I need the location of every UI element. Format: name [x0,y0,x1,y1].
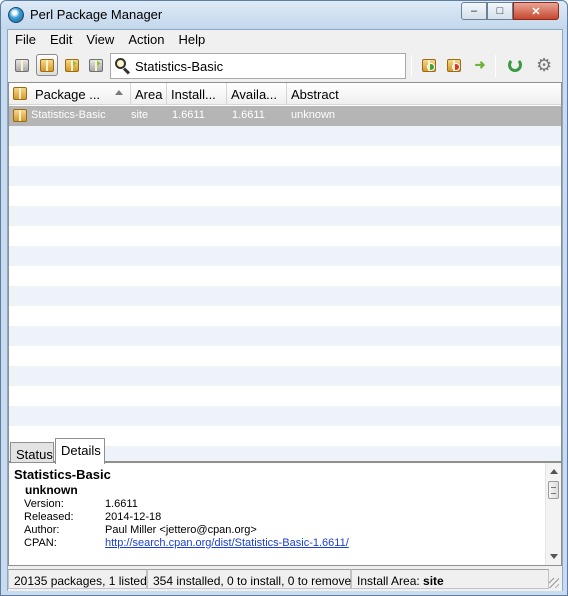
minimize-icon: – [470,5,478,17]
search-input[interactable] [135,57,401,75]
menu-bar: File Edit View Action Help [8,30,562,50]
refresh-icon [508,58,522,72]
menu-edit[interactable]: Edit [43,30,79,50]
title-bar[interactable]: Perl Package Manager – □ ✕ [1,1,567,29]
remove-package-icon [447,58,461,72]
toolbar-separator [495,55,496,77]
cpan-link[interactable]: http://search.cpan.org/dist/Statistics-B… [105,537,349,549]
minimize-button[interactable]: – [461,2,487,20]
package-list[interactable]: Package ... Area Install... Availa... Ab… [8,82,562,462]
menu-action[interactable]: Action [121,30,171,50]
view-all-packages-button[interactable] [11,54,33,76]
status-package-counts: 20135 packages, 1 listed [8,569,147,589]
scroll-down-arrow-icon[interactable] [550,554,558,559]
column-header-available[interactable]: Availa... [227,83,287,105]
package-column-icon [13,87,27,100]
search-box[interactable] [110,53,406,79]
scrollbar-thumb[interactable] [548,481,559,499]
details-panel: Statistics-Basic unknown Version: 1.6611… [8,462,562,566]
column-header-package-label: Package ... [35,87,101,102]
tab-details[interactable]: Details [55,438,105,464]
all-packages-icon [15,58,29,72]
status-install-area: Install Area: site [351,569,549,589]
app-window: Perl Package Manager – □ ✕ File Edit Vie… [0,0,568,596]
package-name-cell: Statistics-Basic [31,109,106,121]
table-row[interactable]: Statistics-Basic site 1.6611 1.6611 unkn… [9,106,561,126]
resize-grip-icon[interactable] [549,578,559,588]
sort-ascending-icon [115,90,123,95]
released-value: 2014-12-18 [105,511,162,523]
cpan-label: CPAN: [24,537,57,549]
modified-packages-icon: ✦ [89,58,103,72]
close-icon: ✕ [531,5,541,18]
perl-app-icon [8,7,24,23]
client-area: File Edit View Action Help ✦ ✦ Statistic… [7,29,563,591]
package-area-cell: site [131,109,149,121]
install-area-label: Install Area: [357,574,420,588]
run-arrow-icon: ➜ [474,57,486,72]
version-value: 1.6611 [105,498,138,510]
scroll-up-arrow-icon[interactable] [550,469,558,474]
toolbar-separator [411,55,412,77]
menu-help[interactable]: Help [171,30,212,50]
gear-icon: ⚙ [536,55,553,75]
install-package-icon [422,58,436,72]
view-modified-packages-button[interactable]: ✦ [85,54,107,76]
toolbar: ✦ ✦ ➜ [8,51,562,81]
close-button[interactable]: ✕ [513,2,559,20]
package-installed-cell: 1.6611 [172,109,205,121]
details-scrollbar[interactable] [545,463,561,565]
sync-repositories-button[interactable] [504,54,526,76]
install-area-value: site [423,574,444,588]
upgradable-packages-icon: ✦ [65,58,79,72]
maximize-button[interactable]: □ [487,2,513,20]
mark-for-install-button[interactable] [418,54,440,76]
tab-status[interactable]: Status [10,442,54,464]
column-header-row: Package ... Area Install... Availa... Ab… [9,83,561,105]
run-marked-actions-button[interactable]: ➜ [469,54,491,76]
installed-packages-icon [40,58,54,72]
details-abstract: unknown [25,483,78,497]
search-icon[interactable] [115,58,131,75]
menu-view[interactable]: View [79,30,121,50]
mark-for-remove-button[interactable] [443,54,465,76]
details-package-name: Statistics-Basic [14,467,111,482]
package-available-cell: 1.6611 [232,109,265,121]
menu-file[interactable]: File [8,30,43,50]
column-header-abstract[interactable]: Abstract [287,83,561,105]
version-label: Version: [24,498,64,510]
maximize-icon: □ [496,5,504,17]
preferences-button[interactable]: ⚙ [533,54,555,76]
author-label: Author: [24,524,60,536]
column-header-package[interactable]: Package ... [9,83,131,105]
window-title: Perl Package Manager [30,7,163,22]
view-upgradable-packages-button[interactable]: ✦ [61,54,83,76]
author-value: Paul Miller <jettero@cpan.org> [105,524,257,536]
status-bar: 20135 packages, 1 listed 354 installed, … [8,567,562,591]
released-label: Released: [24,511,74,523]
status-install-counts: 354 installed, 0 to install, 0 to remove [147,569,351,589]
view-installed-packages-button[interactable] [36,54,58,76]
package-icon [13,109,27,122]
package-abstract-cell: unknown [291,109,336,121]
column-header-installed[interactable]: Install... [167,83,227,105]
column-header-area[interactable]: Area [131,83,167,105]
